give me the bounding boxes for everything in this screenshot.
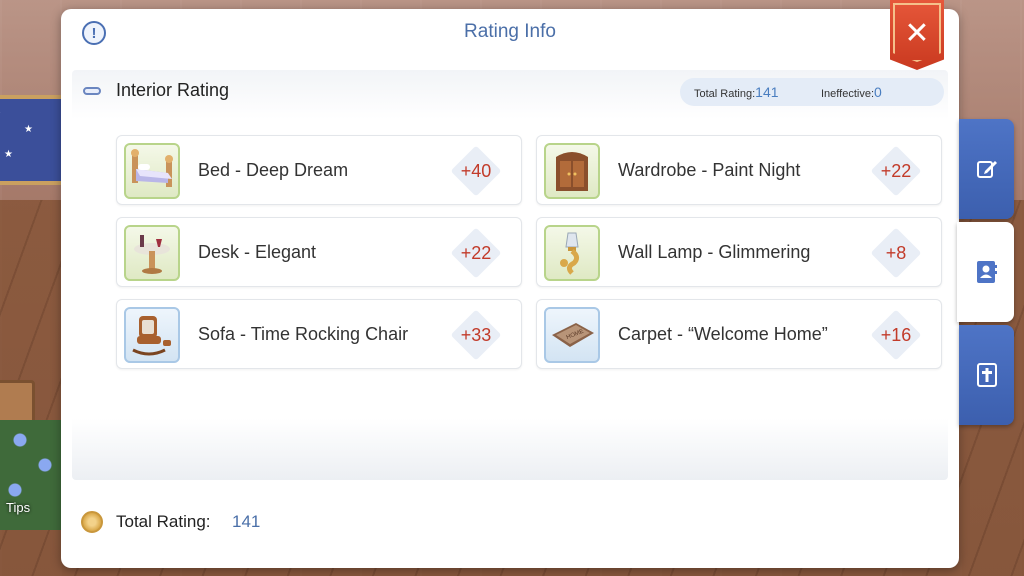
- item-name: Sofa - Time Rocking Chair: [198, 324, 409, 344]
- rocking-chair-icon: [124, 307, 180, 363]
- tab-cross-book[interactable]: [959, 325, 1014, 425]
- section-title: Interior Rating: [116, 80, 230, 100]
- rating-info-panel: ! Rating Info ✕ Interior Rating Total Ra…: [61, 0, 959, 568]
- ineffective-stat: Ineffective:0: [821, 84, 882, 100]
- wall-lamp-icon: [544, 225, 600, 281]
- tab-contacts[interactable]: [957, 222, 1014, 322]
- item-score-value: +40: [460, 160, 492, 181]
- item-name: Wardrobe - Paint Night: [618, 160, 801, 180]
- total-rating-stat: Total Rating:141: [694, 84, 779, 100]
- section-header: Interior Rating Total Rating:141 Ineffec…: [72, 70, 948, 110]
- furniture-item[interactable]: Wardrobe - Paint Night +22: [536, 135, 942, 205]
- item-score-value: +22: [880, 160, 912, 181]
- item-name: Carpet - “Welcome Home”: [618, 324, 828, 344]
- bed-icon: [124, 143, 180, 199]
- ineffective-stat-value: 0: [874, 84, 882, 100]
- item-score-value: +8: [885, 242, 907, 263]
- collapse-icon[interactable]: [83, 87, 101, 95]
- footer-total-value: 141: [232, 512, 261, 531]
- total-rating-stat-value: 141: [755, 84, 779, 100]
- panel-header: ! Rating Info ✕: [61, 0, 959, 70]
- item-score: +22: [871, 146, 921, 196]
- rating-medal-icon: [81, 511, 103, 533]
- furniture-item[interactable]: Bed - Deep Dream +40: [116, 135, 522, 205]
- item-score-value: +33: [460, 324, 492, 345]
- furniture-item[interactable]: Desk - Elegant +22: [116, 217, 522, 287]
- background-bed: ★ ★ ★: [0, 95, 70, 185]
- carpet-icon: HOME: [544, 307, 600, 363]
- furniture-item[interactable]: Wall Lamp - Glimmering +8: [536, 217, 942, 287]
- footer-total-label: Total Rating:: [116, 512, 211, 531]
- desk-icon: [124, 225, 180, 281]
- close-button[interactable]: ✕: [890, 0, 944, 70]
- ineffective-stat-label: Ineffective:: [821, 88, 874, 100]
- item-score-value: +22: [460, 242, 492, 263]
- total-rating-stat-label: Total Rating:: [694, 88, 756, 100]
- item-score: +16: [871, 310, 921, 360]
- item-score: +40: [451, 146, 501, 196]
- close-icon: ✕: [904, 17, 930, 50]
- item-score: +22: [451, 228, 501, 278]
- furniture-item[interactable]: HOME Carpet - “Welcome Home” +16: [536, 299, 942, 369]
- item-name: Desk - Elegant: [198, 242, 317, 262]
- item-score: +8: [871, 228, 921, 278]
- item-score-value: +16: [880, 324, 912, 345]
- furniture-item[interactable]: Sofa - Time Rocking Chair +33: [116, 299, 522, 369]
- item-name: Wall Lamp - Glimmering: [618, 242, 811, 262]
- panel-title: Rating Info: [464, 21, 556, 42]
- contacts-book-icon: [976, 261, 997, 283]
- item-name: Bed - Deep Dream: [198, 160, 349, 180]
- item-score: +33: [451, 310, 501, 360]
- cross-book-icon: [976, 363, 997, 387]
- rating-stats-badge: Total Rating:141 Ineffective:0: [680, 78, 944, 106]
- tab-edit[interactable]: [959, 119, 1014, 219]
- edit-icon: [976, 161, 997, 178]
- tips-label[interactable]: Tips: [6, 500, 30, 515]
- wardrobe-icon: [544, 143, 600, 199]
- interior-rating-section: Interior Rating Total Rating:141 Ineffec…: [72, 70, 948, 480]
